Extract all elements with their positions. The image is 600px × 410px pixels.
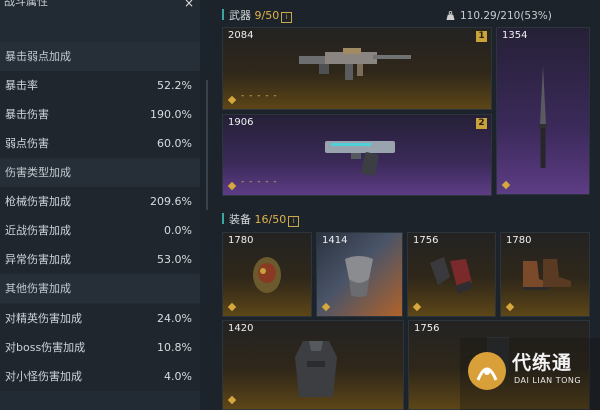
power-value: 1354 <box>502 30 528 41</box>
stat-label: 暴击率 <box>5 79 38 92</box>
rarity-diamond-icon <box>227 181 237 191</box>
stat-label: 弱点伤害 <box>5 137 49 150</box>
stat-value: 10.8% <box>157 341 192 354</box>
boots-icon <box>523 259 571 290</box>
stat-label: 对小怪伤害加成 <box>5 370 82 383</box>
stat-section-damage-type: 伤害类型加成 <box>0 158 200 187</box>
weight-indicator: 110.29/210(53%) <box>446 9 552 23</box>
weight-text: 110.29/210(53%) <box>460 10 552 22</box>
stats-scrollbar[interactable] <box>206 80 208 210</box>
stat-row-gun-damage: 枪械伤害加成 209.6% <box>0 187 200 216</box>
stat-row-weakspot-damage: 弱点伤害 60.0% <box>0 129 200 158</box>
stat-value: 24.0% <box>157 312 192 325</box>
weapon-card-3[interactable]: 1906 2 - - - - - <box>222 114 492 196</box>
stats-panel-title: 战斗属性 <box>4 0 48 8</box>
power-value: 1906 <box>228 117 254 128</box>
stat-value: 190.0% <box>150 108 192 121</box>
info-icon[interactable]: i <box>288 216 300 227</box>
power-value: 1780 <box>506 235 532 246</box>
stat-row-crit-rate: 暴击率 52.2% <box>0 71 200 100</box>
stat-label: 近战伤害加成 <box>5 224 71 237</box>
slot-badge: 1 <box>476 31 487 42</box>
stats-panel: 战斗属性 × 暴击弱点加成 暴击率 52.2% 暴击伤害 190.0% 弱点伤害… <box>0 0 200 410</box>
rarity-diamond-icon <box>501 180 511 190</box>
rarity-diamond-icon <box>412 302 422 312</box>
stat-label: 暴击伤害 <box>5 108 49 121</box>
stat-label: 枪械伤害加成 <box>5 195 71 208</box>
power-value: 1414 <box>322 235 348 246</box>
rarity-diamond-icon <box>227 95 237 105</box>
upgrade-dashes: - - - - - <box>241 91 278 101</box>
power-value: 1420 <box>228 323 254 334</box>
pistol-icon <box>325 141 395 176</box>
rarity-diamond-icon <box>321 302 331 312</box>
accent-bar <box>222 213 224 224</box>
power-value: 1756 <box>414 323 440 334</box>
stat-row-boss-damage: 对boss伤害加成 10.8% <box>0 333 200 362</box>
rarity-diamond-icon <box>227 395 237 405</box>
power-value: 2084 <box>228 30 254 41</box>
section-label: 暴击弱点加成 <box>5 50 71 63</box>
section-label: 伤害类型加成 <box>5 166 71 179</box>
rarity-diamond-icon <box>505 302 515 312</box>
upgrade-dashes: - - - - - <box>241 177 278 187</box>
jacket-icon <box>295 341 337 397</box>
stat-value: 60.0% <box>157 137 192 150</box>
stat-value: 209.6% <box>150 195 192 208</box>
power-value: 1780 <box>228 235 254 246</box>
brand-logo-icon <box>468 352 506 390</box>
weapons-label: 武器 <box>229 9 251 22</box>
slot-badge: 2 <box>476 118 487 129</box>
stat-row-melee-damage: 近战伤害加成 0.0% <box>0 216 200 245</box>
weapon-card-1[interactable]: 2084 1 - - - - - <box>222 27 492 110</box>
accent-bar <box>222 9 224 20</box>
stat-section-other: 其他伤害加成 <box>0 274 200 303</box>
stat-row-status-damage: 异常伤害加成 53.0% <box>0 245 200 274</box>
gloves-icon <box>430 257 473 294</box>
stat-value: 53.0% <box>157 253 192 266</box>
weapons-header: 武器 9/50 i <box>222 8 293 24</box>
weight-icon <box>446 11 455 20</box>
weapons-count: 9/50 <box>254 9 280 22</box>
stat-value: 52.2% <box>157 79 192 92</box>
stats-panel-header: 战斗属性 × <box>0 0 200 14</box>
knife-icon <box>539 66 547 168</box>
stat-section-crit: 暴击弱点加成 <box>0 42 200 71</box>
rarity-diamond-icon <box>227 302 237 312</box>
close-icon[interactable]: × <box>184 0 194 10</box>
gear-label: 装备 <box>229 213 251 226</box>
section-label: 其他伤害加成 <box>5 282 71 295</box>
gear-card-1[interactable]: 1780 <box>222 232 312 317</box>
rifle-icon <box>299 48 411 80</box>
gear-count: 16/50 <box>254 213 287 226</box>
info-icon[interactable]: i <box>281 12 293 23</box>
weapon-card-2[interactable]: 1354 <box>496 27 590 195</box>
gear-header: 装备 16/50 i <box>222 212 300 228</box>
watermark-subtitle: DAI LIAN TONG <box>514 376 582 385</box>
gear-card-2[interactable]: 1414 <box>316 232 403 317</box>
gear-card-3[interactable]: 1756 <box>407 232 496 317</box>
stat-row-minion-damage: 对小怪伤害加成 4.0% <box>0 362 200 391</box>
stat-value: 0.0% <box>164 224 192 237</box>
power-value: 1756 <box>413 235 439 246</box>
helmet-icon <box>253 257 281 293</box>
gear-card-5[interactable]: 1420 <box>222 320 404 410</box>
gear-card-4[interactable]: 1780 <box>500 232 590 317</box>
stat-label: 对boss伤害加成 <box>5 341 86 354</box>
stat-label: 异常伤害加成 <box>5 253 71 266</box>
stat-row-crit-damage: 暴击伤害 190.0% <box>0 100 200 129</box>
stat-label: 对精英伤害加成 <box>5 312 82 325</box>
stat-row-elite-damage: 对精英伤害加成 24.0% <box>0 304 200 333</box>
mask-icon <box>345 256 373 297</box>
stat-value: 4.0% <box>164 370 192 383</box>
watermark-title: 代练通 <box>512 352 573 374</box>
watermark-logo: 代练通 DAI LIAN TONG <box>460 338 600 410</box>
